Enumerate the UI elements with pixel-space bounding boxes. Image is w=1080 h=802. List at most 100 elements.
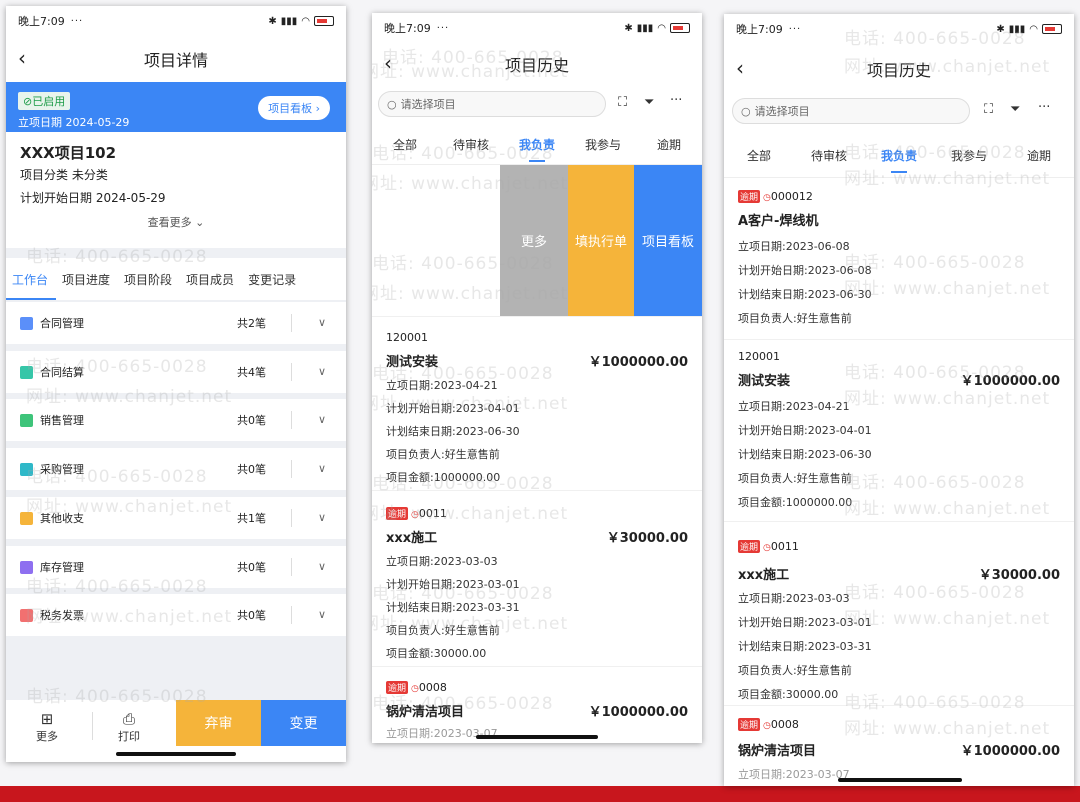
signal-icon: ▮▮▮	[280, 15, 298, 27]
signal-icon: ▮▮▮	[636, 22, 654, 34]
clock-icon: ◷	[763, 543, 771, 553]
tab-mine[interactable]: 我负责	[504, 136, 570, 162]
more-dots-icon[interactable]: ···	[670, 93, 682, 108]
list-item[interactable]: 逾期 ◷0008 锅炉清洁项目 ￥1000000.00 立项日期:2023-03-…	[724, 708, 1074, 786]
chevron-down-icon[interactable]: ∨	[318, 413, 326, 426]
project-board-button[interactable]: 项目看板 ›	[258, 96, 330, 120]
search-input[interactable]: ○ 请选择项目	[732, 98, 970, 124]
tab-progress[interactable]: 项目进度	[62, 271, 110, 288]
change-button[interactable]: 变更	[261, 700, 346, 746]
bluetooth-icon: ✱	[996, 23, 1005, 35]
search-icon: ○	[741, 104, 751, 118]
list-item[interactable]: 逾期 ◷0011 xxx施工 ￥30000.00 立项日期:2023-03-03 …	[372, 493, 702, 667]
back-icon[interactable]: ‹	[384, 53, 392, 73]
tab-all[interactable]: 全部	[724, 147, 794, 164]
scan-icon[interactable]: ⛶	[984, 102, 993, 117]
chevron-down-icon[interactable]: ∨	[318, 462, 326, 475]
back-icon[interactable]: ‹	[18, 48, 26, 68]
wifi-icon: ◠	[1029, 23, 1038, 35]
tab-pending[interactable]: 待审核	[794, 147, 864, 164]
project-category: 项目分类 未分类	[20, 168, 108, 182]
chevron-down-icon[interactable]: ∨	[318, 608, 326, 621]
swipe-more-button[interactable]: 更多	[500, 165, 568, 316]
page-title: 项目详情	[143, 51, 208, 70]
wifi-icon: ◠	[301, 15, 310, 27]
wifi-icon: ◠	[657, 22, 666, 34]
chevron-down-icon[interactable]: ∨	[318, 365, 326, 378]
tab-stage[interactable]: 项目阶段	[124, 271, 172, 288]
abandon-button[interactable]: 弃审	[176, 700, 261, 746]
module-row-contract[interactable]: 合同管理 共2笔 ∨	[6, 302, 346, 344]
history-tabs: 全部 待审核 我负责 我参与 逾期	[724, 134, 1074, 178]
see-more-link[interactable]: 查看更多 ⌄	[6, 214, 346, 230]
list-item[interactable]: 120001 测试安装 ￥1000000.00 立项日期:2023-04-21 …	[372, 317, 702, 491]
home-indicator	[838, 778, 962, 782]
status-bar: 晚上7:09 ··· ✱ ▮▮▮ ◠	[6, 6, 346, 36]
swiped-list-item: 更多 填执行单 项目看板	[372, 165, 702, 317]
module-row-inventory[interactable]: 库存管理 共0笔 ∨	[6, 546, 346, 588]
filter-icon[interactable]: ⏷	[644, 95, 654, 110]
clock-icon: ◷	[411, 684, 419, 694]
battery-icon	[1042, 24, 1062, 34]
search-icon: ○	[387, 97, 397, 111]
print-button[interactable]: ⎙ 打印	[118, 710, 140, 744]
signal-icon: ▮▮▮	[1008, 23, 1026, 35]
tab-overdue[interactable]: 逾期	[636, 136, 702, 153]
status-bar: 晚上7:09 ··· ✱ ▮▮▮ ◠	[724, 14, 1074, 44]
more-button[interactable]: ⊞ 更多	[36, 710, 58, 744]
status-bar: 晚上7:09 ··· ✱ ▮▮▮ ◠	[372, 13, 702, 43]
bluetooth-icon: ✱	[624, 22, 633, 34]
tab-involved[interactable]: 我参与	[570, 136, 636, 153]
tab-overdue[interactable]: 逾期	[1004, 147, 1074, 164]
status-icons: ✱ ▮▮▮ ◠	[268, 16, 334, 27]
overdue-badge: 逾期	[386, 681, 409, 694]
module-row-other[interactable]: 其他收支 共1笔 ∨	[6, 497, 346, 539]
tab-all[interactable]: 全部	[372, 136, 438, 153]
overdue-badge: 逾期	[386, 507, 409, 520]
list-item[interactable]: 120001 测试安装 ￥1000000.00 立项日期:2023-04-21 …	[724, 342, 1074, 522]
module-row-purchase[interactable]: 采购管理 共0笔 ∨	[6, 448, 346, 490]
list-item[interactable]: 逾期 ◷000012 A客户-焊线机 立项日期:2023-06-08 计划开始日期…	[724, 180, 1074, 340]
swipe-fill-order-button[interactable]: 填执行单	[568, 165, 634, 316]
list-item[interactable]: 逾期 ◷0011 xxx施工 ￥30000.00 立项日期:2023-03-03 …	[724, 524, 1074, 706]
tab-change-log[interactable]: 变更记录	[248, 271, 296, 288]
start-date: 立项日期 2024-05-29	[18, 116, 130, 129]
project-name: XXX项目102	[20, 144, 117, 162]
home-indicator	[476, 735, 598, 739]
status-badge: ⊘已启用	[18, 92, 71, 110]
tab-mine[interactable]: 我负责	[864, 147, 934, 173]
clock-icon: ◷	[763, 193, 771, 203]
module-row-tax[interactable]: 税务发票 共0笔 ∨	[6, 594, 346, 636]
swipe-board-button[interactable]: 项目看板	[634, 165, 702, 316]
purchase-icon	[20, 462, 33, 476]
clock-icon: ◷	[411, 510, 419, 520]
home-indicator	[116, 752, 236, 756]
detail-tabs: 工作台 项目进度 项目阶段 项目成员 变更记录	[6, 258, 346, 300]
page-title: 项目历史	[504, 56, 569, 75]
chevron-down-icon[interactable]: ∨	[318, 511, 326, 524]
tab-workbench[interactable]: 工作台	[6, 271, 57, 300]
tab-involved[interactable]: 我参与	[934, 147, 1004, 164]
grid-icon: ⊞	[40, 710, 54, 728]
module-row-sales[interactable]: 销售管理 共0笔 ∨	[6, 399, 346, 441]
scan-icon[interactable]: ⛶	[618, 95, 627, 110]
tab-members[interactable]: 项目成员	[186, 271, 234, 288]
chevron-down-icon[interactable]: ∨	[318, 560, 326, 573]
chevron-down-icon[interactable]: ∨	[318, 316, 326, 329]
tab-pending[interactable]: 待审核	[438, 136, 504, 153]
chevron-right-icon: ›	[315, 102, 320, 115]
list-item[interactable]: 逾期 ◷0008 锅炉清洁项目 ￥1000000.00 立项日期:2023-03-…	[372, 669, 702, 743]
module-row-settlement[interactable]: 合同结算 共4笔 ∨	[6, 351, 346, 393]
back-icon[interactable]: ‹	[736, 58, 744, 78]
invoice-icon	[20, 608, 33, 622]
more-dots-icon[interactable]: ···	[1038, 100, 1050, 115]
check-circle-icon: ⊘	[23, 95, 33, 108]
other-income-icon	[20, 511, 33, 525]
filter-icon[interactable]: ⏷	[1010, 102, 1020, 117]
overdue-badge: 逾期	[738, 718, 761, 731]
history-tabs: 全部 待审核 我负责 我参与 逾期	[372, 125, 702, 165]
nav-bar: ‹ 项目历史	[372, 47, 702, 81]
status-dots: ···	[70, 15, 84, 27]
phone-project-history: 晚上7:09 ··· ✱ ▮▮▮ ◠ ‹ 项目历史 ○ 请选择项目 ⛶ ⏷ ··…	[724, 14, 1074, 786]
search-input[interactable]: ○ 请选择项目	[378, 91, 606, 117]
